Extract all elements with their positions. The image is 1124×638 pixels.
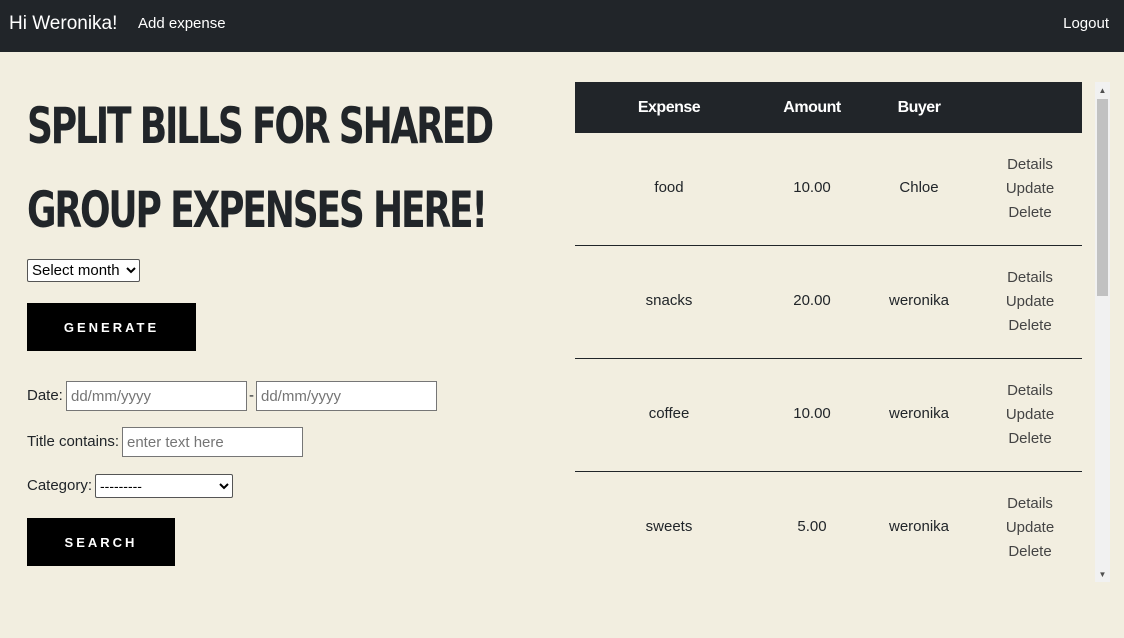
category-label: Category:	[27, 477, 93, 494]
date-to-input[interactable]	[256, 381, 437, 411]
amount-cell: 10.00	[793, 179, 831, 196]
header-amount: Amount	[783, 99, 841, 116]
table-row: coffee 10.00 weronika Details Update Del…	[575, 359, 1082, 472]
scroll-thumb[interactable]	[1097, 99, 1108, 296]
update-link[interactable]: Update	[1006, 290, 1054, 314]
header-expense: Expense	[637, 99, 701, 116]
update-link[interactable]: Update	[1006, 516, 1054, 540]
delete-link[interactable]: Delete	[1008, 427, 1051, 451]
generate-button[interactable]: GENERATE	[27, 303, 196, 351]
navbar: Hi Weronika! Add expense Logout	[0, 0, 1124, 52]
greeting-link[interactable]: Hi Weronika!	[9, 13, 117, 35]
buyer-cell: weronika	[888, 405, 950, 422]
table-row: snacks 20.00 weronika Details Update Del…	[575, 246, 1082, 359]
table-scrollbar[interactable]: ▲ ▼	[1095, 82, 1110, 582]
expense-cell: food	[654, 179, 684, 196]
date-label: Date:	[27, 387, 63, 404]
row-actions: Details Update Delete	[1006, 153, 1054, 225]
delete-link[interactable]: Delete	[1008, 314, 1051, 338]
buyer-cell: weronika	[888, 518, 950, 535]
header-buyer: Buyer	[897, 99, 941, 116]
details-link[interactable]: Details	[1007, 153, 1053, 177]
title-search-input[interactable]	[122, 427, 303, 457]
table-row: food 10.00 Chloe Details Update Delete	[575, 133, 1082, 246]
expense-cell: sweets	[645, 518, 693, 535]
update-link[interactable]: Update	[1006, 403, 1054, 427]
expense-cell: coffee	[648, 405, 690, 422]
title-label: Title contains:	[27, 433, 119, 450]
amount-cell: 10.00	[793, 405, 831, 422]
expense-cell: snacks	[645, 292, 693, 309]
scroll-up-arrow-icon[interactable]: ▲	[1095, 82, 1110, 98]
details-link[interactable]: Details	[1007, 492, 1053, 516]
row-actions: Details Update Delete	[1006, 266, 1054, 338]
table-header: Expense Amount Buyer	[575, 82, 1082, 133]
category-select[interactable]: ---------	[95, 474, 233, 498]
page-headline: Split bills for shared group expenses he…	[27, 97, 494, 239]
delete-link[interactable]: Delete	[1008, 201, 1051, 225]
row-actions: Details Update Delete	[1006, 379, 1054, 451]
amount-cell: 5.00	[797, 518, 827, 535]
row-actions: Details Update Delete	[1006, 492, 1054, 564]
date-from-input[interactable]	[66, 381, 247, 411]
month-select[interactable]: Select month	[27, 259, 140, 282]
details-link[interactable]: Details	[1007, 266, 1053, 290]
add-expense-link[interactable]: Add expense	[138, 15, 226, 33]
table-row: sweets 5.00 weronika Details Update Dele…	[575, 472, 1082, 582]
buyer-cell: Chloe	[899, 179, 939, 196]
details-link[interactable]: Details	[1007, 379, 1053, 403]
logout-link[interactable]: Logout	[1063, 15, 1109, 33]
scroll-down-arrow-icon[interactable]: ▼	[1095, 566, 1110, 582]
expenses-table: Expense Amount Buyer food 10.00 Chloe De…	[575, 82, 1082, 582]
search-button[interactable]: SEARCH	[27, 518, 175, 566]
update-link[interactable]: Update	[1006, 177, 1054, 201]
amount-cell: 20.00	[793, 292, 831, 309]
buyer-cell: weronika	[888, 292, 950, 309]
delete-link[interactable]: Delete	[1008, 540, 1051, 564]
date-separator: -	[249, 387, 254, 404]
